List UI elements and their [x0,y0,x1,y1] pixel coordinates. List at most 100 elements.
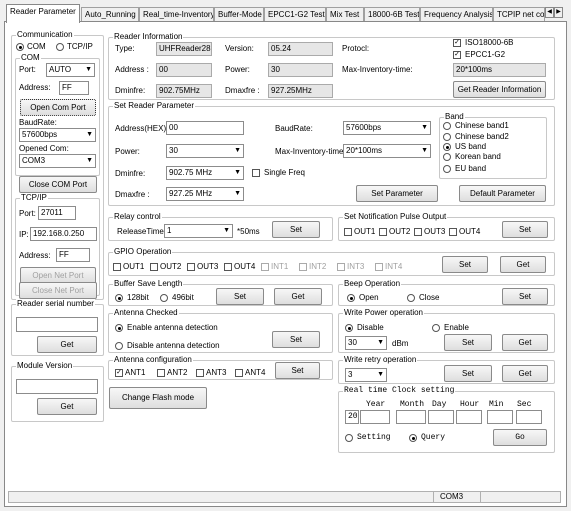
tab-epcc1-g2-test[interactable]: EPCC1-G2 Test [264,7,326,22]
gpio-get-button[interactable]: Get [500,256,546,273]
write-retry-get-button[interactable]: Get [502,365,548,382]
set-maxinv-select[interactable]: 20*100ms ▼ [343,144,431,158]
gpio-out1-checkbox[interactable] [113,263,121,271]
release-time-select[interactable]: 1 ▼ [164,224,233,238]
notify-title: Set Notification Pulse Output [343,212,448,222]
beep-close-radio[interactable] [407,294,415,302]
set-dmaxfre-select[interactable]: 927.25 MHz ▼ [166,187,244,201]
antenna-check-set-button[interactable]: Set [272,331,320,348]
rtc-title: Real time Clock setting [343,386,456,396]
set-power-select[interactable]: 30 ▼ [166,144,244,158]
ip-input[interactable]: 192.168.0.250 [30,227,97,241]
iso18000-checkbox[interactable]: ✓ [453,39,461,47]
buffer-496bit-radio[interactable] [160,294,168,302]
rtc-day-input[interactable] [428,410,454,424]
antenna-detection-enable-radio[interactable] [115,324,123,332]
notify-set-button[interactable]: Set [502,221,548,238]
opened-com-select[interactable]: COM3 ▼ [19,154,96,168]
tab-frequency-analysis[interactable]: Frequency Analysis [420,7,493,22]
tab-tcpip-net[interactable]: TCPIP net co [493,7,545,22]
ant3-checkbox[interactable] [196,369,204,377]
rtc-sec-input[interactable] [516,410,542,424]
beep-set-button[interactable]: Set [502,288,548,305]
band-us-radio[interactable] [443,143,451,151]
serial-number-field [16,317,98,332]
rtc-hour-input[interactable] [456,410,482,424]
rtc-query-radio[interactable] [409,434,417,442]
write-retry-set-button[interactable]: Set [444,365,492,382]
close-com-port-button[interactable]: Close COM Port [19,176,97,193]
buffer-get-button[interactable]: Get [274,288,322,305]
set-parameter-button[interactable]: Set Parameter [356,185,438,202]
rtc-go-button[interactable]: Go [493,429,547,446]
gpio-out3-checkbox[interactable] [187,263,195,271]
band-chinese2-radio[interactable] [443,133,451,141]
tab-18000-6b-test[interactable]: 18000-6B Test [364,7,420,22]
tcpip-group-title: TCP/IP [20,193,48,203]
set-baud-select[interactable]: 57600bps ▼ [343,121,431,135]
tab-real-time-inventory[interactable]: Real_time-Inventory [139,7,214,22]
band-eu-radio[interactable] [443,165,451,173]
gpio-out2-checkbox[interactable] [150,263,158,271]
tab-auto-running[interactable]: Auto_Running [81,7,139,22]
write-power-disable-radio[interactable] [345,324,353,332]
beep-open-radio[interactable] [347,294,355,302]
tab-buffer-mode[interactable]: Buffer-Mode [214,7,264,22]
ant1-checkbox[interactable]: ✓ [115,369,123,377]
rtc-min-input[interactable] [487,410,513,424]
module-get-button[interactable]: Get [37,398,97,415]
rtc-setting-radio[interactable] [345,434,353,442]
close-net-port-button[interactable]: Close Net Port [19,282,97,299]
reader-serial-title: Reader serial number [16,299,95,309]
set-dminfre-select[interactable]: 902.75 MHz ▼ [166,166,244,180]
antenna-config-set-button[interactable]: Set [275,362,320,379]
tab-scroll-left-icon[interactable]: ◀ [545,7,554,18]
info-maxinv-label: Max-Inventory-time: [342,65,413,74]
version-label: Version: [225,44,254,53]
gpio-set-button[interactable]: Set [442,256,488,273]
get-reader-information-button[interactable]: Get Reader Information [453,81,546,98]
epcc1-checkbox[interactable]: ✓ [453,51,461,59]
write-power-enable-radio[interactable] [432,324,440,332]
default-parameter-button[interactable]: Default Parameter [459,185,546,202]
change-flash-mode-button[interactable]: Change Flash mode [109,387,207,409]
tcpip-port-input[interactable]: 27011 [38,206,76,220]
band-korean-radio[interactable] [443,153,451,161]
notify-out1-checkbox[interactable] [344,228,352,236]
rtc-hour-label: Hour [460,400,480,409]
tab-scroll-right-icon[interactable]: ▶ [554,7,563,18]
buffer-128bit-radio[interactable] [115,294,123,302]
write-power-select[interactable]: 30 ▼ [345,336,387,350]
notify-out4-checkbox[interactable] [449,228,457,236]
rtc-setting-label: Setting [357,433,391,442]
buffer-set-button[interactable]: Set [216,288,264,305]
chevron-down-icon: ▼ [234,147,241,154]
serial-get-button[interactable]: Get [37,336,97,353]
tab-reader-parameter[interactable]: Reader Parameter [6,4,80,23]
notify-out2-checkbox[interactable] [379,228,387,236]
open-com-port-button[interactable]: Open Com Port [20,99,96,116]
set-address-input[interactable]: 00 [166,121,244,135]
baudrate-select[interactable]: 57600bps ▼ [19,128,96,142]
rtc-month-input[interactable] [396,410,426,424]
write-retry-select[interactable]: 3 ▼ [345,368,387,382]
write-power-set-button[interactable]: Set [444,334,492,351]
tcpip-radio[interactable] [56,43,64,51]
antenna-detection-enable-label: Enable antenna detection [127,323,218,332]
write-power-get-button[interactable]: Get [502,334,548,351]
tab-mix-test[interactable]: Mix Test [326,7,364,22]
antenna-detection-disable-radio[interactable] [115,342,123,350]
port-select[interactable]: AUTO ▼ [46,63,95,77]
band-chinese1-radio[interactable] [443,122,451,130]
single-freq-checkbox[interactable] [252,169,260,177]
com-radio[interactable] [16,43,24,51]
notify-out3-checkbox[interactable] [414,228,422,236]
gpio-out4-checkbox[interactable] [224,263,232,271]
relay-set-button[interactable]: Set [272,221,320,238]
tcpip-port-label: Port: [19,209,36,218]
com-address-input[interactable]: FF [59,81,89,95]
rtc-year-input[interactable] [360,410,390,424]
ant4-checkbox[interactable] [235,369,243,377]
tcpip-address-input[interactable]: FF [56,248,90,262]
ant2-checkbox[interactable] [157,369,165,377]
